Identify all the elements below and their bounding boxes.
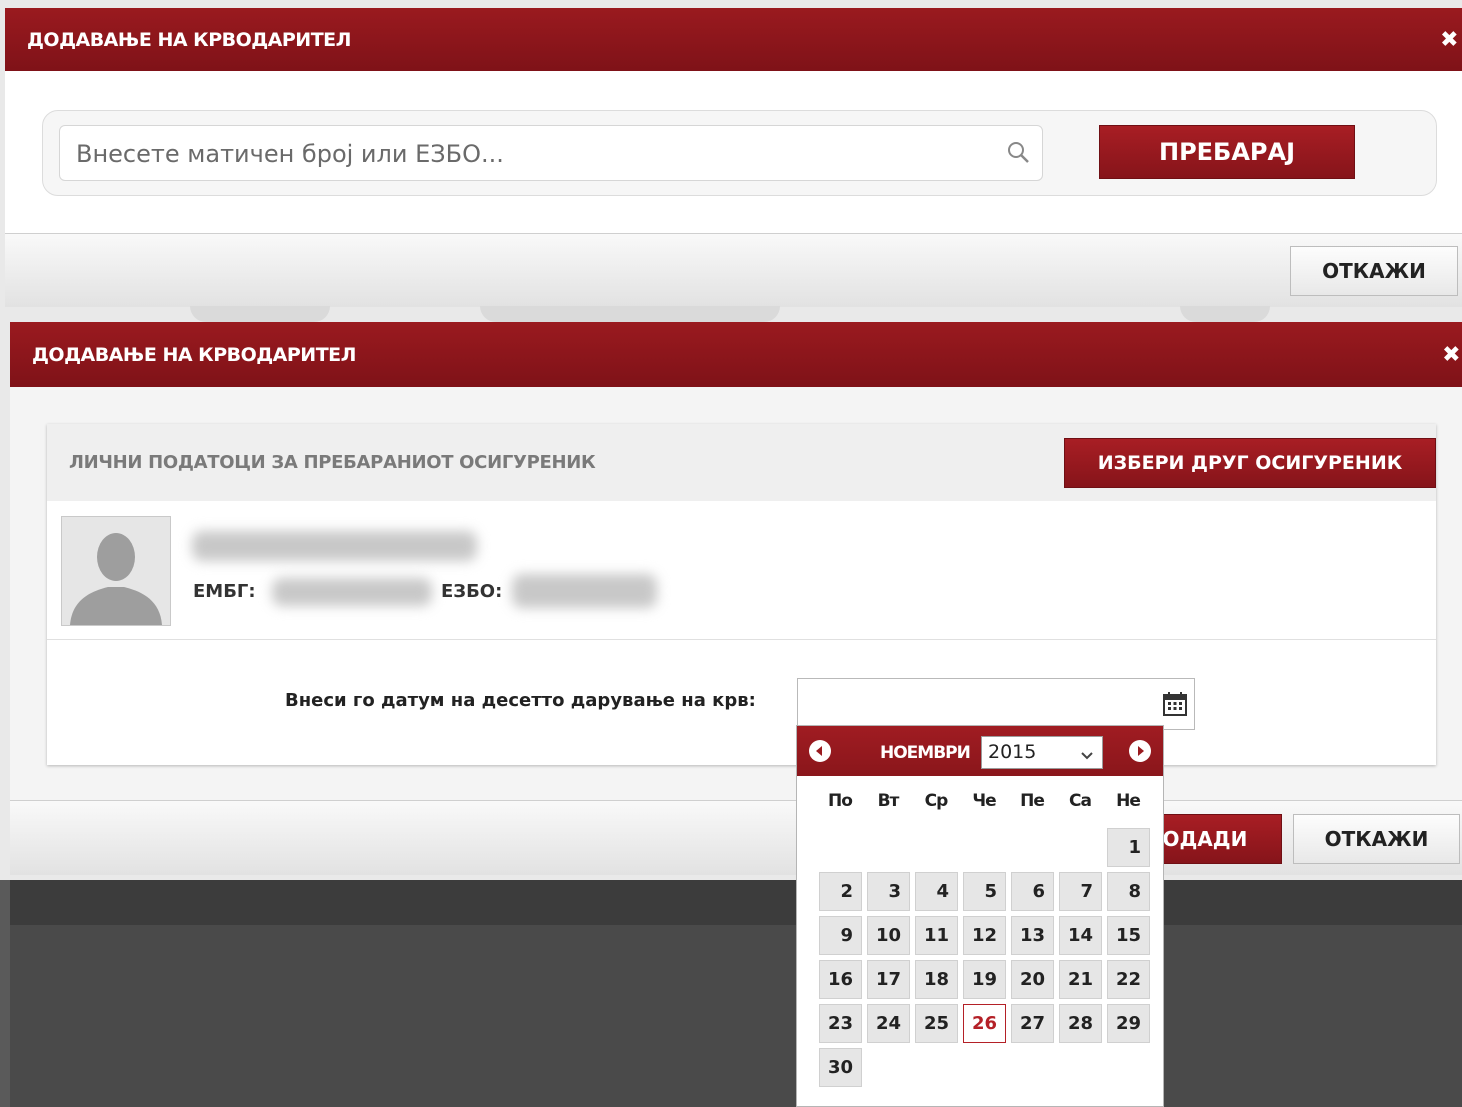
search-icon[interactable] [1004,138,1034,168]
dialog-titlebar: ДОДАВАЊЕ НА КРВОДАРИТЕЛ ✖ [5,8,1462,71]
date-input[interactable] [806,689,1150,721]
ezbo-redacted [512,574,657,608]
day-cell[interactable]: 24 [867,1004,910,1043]
weekday-header: Пе [1020,791,1045,811]
date-row: Внеси го датум на десетто дарување на кр… [47,640,1436,765]
search-panel: ПРЕБАРАЈ [42,110,1437,196]
search-button[interactable]: ПРЕБАРАЈ [1099,125,1355,179]
day-cell-today[interactable]: 26 [963,1004,1006,1043]
day-cell[interactable]: 11 [915,916,958,955]
day-cell[interactable]: 23 [819,1004,862,1043]
search-dialog: ДОДАВАЊЕ НА КРВОДАРИТЕЛ ✖ ПРЕБАРАЈ ОТКАЖ… [5,8,1462,307]
card-header: ЛИЧНИ ПОДАТОЦИ ЗА ПРЕБАРАНИОТ ОСИГУРЕНИК… [47,424,1436,502]
weekday-header: По [828,791,853,811]
day-cell[interactable]: 25 [915,1004,958,1043]
day-cell[interactable]: 6 [1011,872,1054,911]
day-cell[interactable]: 30 [819,1048,862,1087]
dialog-footer: ДОДАДИ ОТКАЖИ [10,800,1462,875]
day-cell[interactable]: 16 [819,960,862,999]
month-label: НОЕМВРИ [880,743,971,763]
day-cell[interactable]: 14 [1059,916,1102,955]
day-cell[interactable]: 3 [867,872,910,911]
day-cell[interactable]: 8 [1107,872,1150,911]
cancel-button[interactable]: ОТКАЖИ [1290,246,1458,296]
day-cell[interactable]: 13 [1011,916,1054,955]
calendar-icon[interactable] [1162,691,1188,717]
day-cell[interactable]: 10 [867,916,910,955]
dialog-footer: ОТКАЖИ [5,233,1462,307]
day-cell[interactable]: 5 [963,872,1006,911]
personal-data-card: ЛИЧНИ ПОДАТОЦИ ЗА ПРЕБАРАНИОТ ОСИГУРЕНИК… [47,424,1436,765]
date-label: Внеси го датум на десетто дарување на кр… [285,690,756,711]
weekday-header: Вт [877,791,900,811]
name-redacted [192,531,477,561]
day-cell[interactable]: 17 [867,960,910,999]
choose-other-insured-button[interactable]: ИЗБЕРИ ДРУГ ОСИГУРЕНИК [1064,438,1436,488]
close-icon[interactable]: ✖ [1440,27,1458,52]
day-cell[interactable]: 2 [819,872,862,911]
day-cell[interactable]: 28 [1059,1004,1102,1043]
search-input[interactable] [74,134,998,174]
day-cell[interactable]: 4 [915,872,958,911]
weekday-header: Не [1116,791,1141,811]
cancel-button[interactable]: ОТКАЖИ [1293,814,1460,864]
dialog-title: ДОДАВАЊЕ НА КРВОДАРИТЕЛ [27,28,351,51]
day-cell[interactable]: 19 [963,960,1006,999]
dialog-titlebar: ДОДАВАЊЕ НА КРВОДАРИТЕЛ ✖ [10,322,1462,387]
weekday-header: Ср [924,791,949,811]
search-field[interactable] [59,125,1043,181]
watermark-shape [480,306,780,322]
day-cell[interactable]: 29 [1107,1004,1150,1043]
day-cell[interactable]: 22 [1107,960,1150,999]
prev-month-icon[interactable] [809,740,831,762]
day-cell[interactable]: 9 [819,916,862,955]
page-background-band [0,880,1462,925]
weekday-header: Са [1069,791,1092,811]
dialog-title: ДОДАВАЊЕ НА КРВОДАРИТЕЛ [32,343,356,366]
emb-label: ЕМБГ: [193,581,256,602]
emb-redacted [272,578,432,606]
avatar [61,516,171,626]
chevron-down-icon [1078,743,1096,774]
close-icon[interactable]: ✖ [1442,342,1460,367]
day-cell[interactable]: 1 [1107,828,1150,867]
day-cell[interactable]: 21 [1059,960,1102,999]
datepicker-header: НОЕМВРИ 2015 [797,726,1163,776]
date-field[interactable] [797,678,1195,730]
day-cell[interactable]: 12 [963,916,1006,955]
ezbo-label: ЕЗБО: [441,581,503,602]
day-cell[interactable]: 18 [915,960,958,999]
datepicker: НОЕМВРИ 2015 По Вт Ср Че Пе Са Не 1 2 3 4 5 6 7 8 9 10 11… [796,725,1164,1107]
donor-dialog: ДОДАВАЊЕ НА КРВОДАРИТЕЛ ✖ ЛИЧНИ ПОДАТОЦИ… [10,322,1462,875]
year-value: 2015 [988,741,1037,763]
next-month-icon[interactable] [1129,740,1151,762]
watermark-shape [190,306,330,322]
page-background-strip [0,880,10,1107]
day-cell[interactable]: 20 [1011,960,1054,999]
year-select[interactable]: 2015 [981,736,1103,769]
person-info-row: ЕМБГ: ЕЗБО: [47,501,1436,640]
weekday-header: Че [972,791,996,811]
watermark-shape [1180,306,1270,322]
day-cell[interactable]: 15 [1107,916,1150,955]
section-title: ЛИЧНИ ПОДАТОЦИ ЗА ПРЕБАРАНИОТ ОСИГУРЕНИК [69,452,596,473]
day-cell[interactable]: 7 [1059,872,1102,911]
dialog-body: ЛИЧНИ ПОДАТОЦИ ЗА ПРЕБАРАНИОТ ОСИГУРЕНИК… [10,387,1462,800]
day-cell[interactable]: 27 [1011,1004,1054,1043]
